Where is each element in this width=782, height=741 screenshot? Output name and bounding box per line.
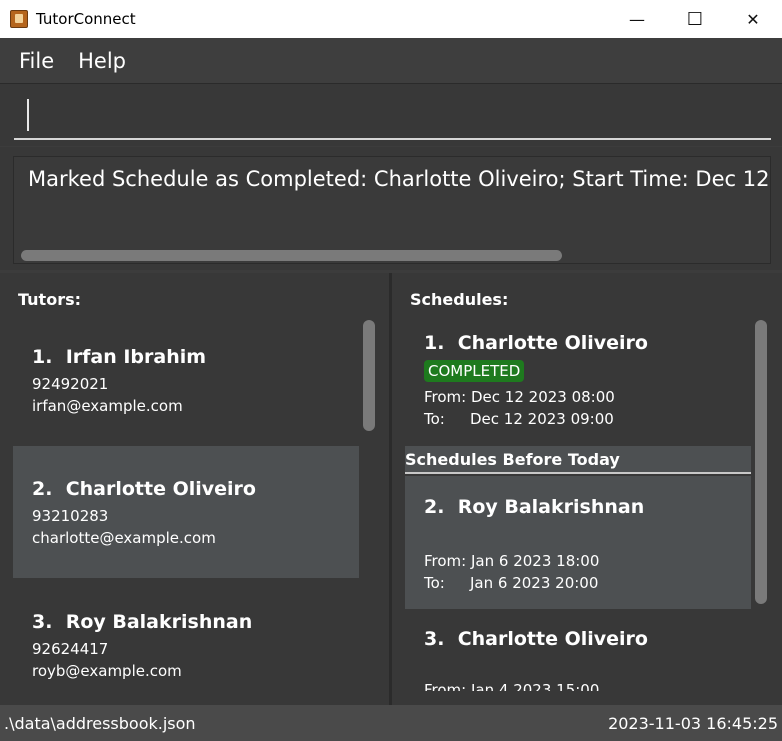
menu-file[interactable]: File [19, 49, 54, 73]
command-box [0, 84, 782, 146]
schedule-to: Jan 6 2023 20:00 [470, 574, 599, 592]
result-display-area: Marked Schedule as Completed: Charlotte … [0, 147, 782, 270]
command-input[interactable] [14, 94, 771, 140]
tutors-title: Tutors: [18, 290, 81, 309]
tutor-email: irfan@example.com [32, 397, 183, 415]
schedule-index: 2. [424, 496, 445, 518]
tutor-card[interactable]: 1. Irfan Ibrahim 92492021 irfan@example.… [13, 314, 359, 445]
schedule-from: Jan 4 2023 15:00 [471, 681, 600, 691]
tutor-phone: 92492021 [32, 375, 109, 393]
schedule-name: Charlotte Oliveiro [457, 332, 648, 354]
tutor-phone: 92624417 [32, 640, 109, 658]
from-label: From: [424, 552, 467, 570]
schedule-from: Dec 12 2023 08:00 [471, 388, 615, 406]
schedule-to: Dec 12 2023 09:00 [470, 410, 614, 428]
schedule-index: 1. [424, 332, 445, 354]
tutor-list-scrollbar[interactable] [363, 320, 375, 431]
schedule-list: 1. Charlotte Oliveiro COMPLETED From: De… [405, 314, 769, 691]
window-title: TutorConnect [36, 10, 136, 28]
tutor-index: 1. [32, 346, 53, 368]
schedule-from: Jan 6 2023 18:00 [471, 552, 600, 570]
tutor-index: 3. [32, 611, 53, 633]
app-icon [10, 10, 28, 28]
schedules-group-header: Schedules Before Today [405, 446, 751, 474]
tutor-name: Irfan Ibrahim [65, 346, 207, 368]
schedule-name: Charlotte Oliveiro [457, 628, 648, 650]
tutor-name: Charlotte Oliveiro [65, 478, 256, 500]
data-file-path: .\data\addressbook.json [4, 714, 196, 733]
tutor-name: Roy Balakrishnan [65, 611, 253, 633]
schedules-panel: Schedules: 1. Charlotte Oliveiro COMPLET… [392, 273, 782, 705]
tutor-card[interactable]: 3. Roy Balakrishnan 92624417 royb@exampl… [13, 579, 359, 691]
completed-badge: COMPLETED [424, 360, 525, 382]
result-display: Marked Schedule as Completed: Charlotte … [13, 156, 771, 264]
close-button[interactable]: ✕ [724, 0, 782, 38]
schedule-index: 3. [424, 628, 445, 650]
window-titlebar: TutorConnect — ☐ ✕ [0, 0, 782, 38]
schedule-card[interactable]: 1. Charlotte Oliveiro COMPLETED From: De… [405, 314, 751, 446]
minimize-icon: — [629, 9, 645, 29]
menu-bar: File Help [0, 38, 782, 84]
to-label: To: [424, 410, 445, 428]
schedule-name: Roy Balakrishnan [457, 496, 645, 518]
maximize-button[interactable]: ☐ [666, 0, 724, 38]
tutor-email: charlotte@example.com [32, 529, 216, 547]
status-timestamp: 2023-11-03 16:45:25 [608, 714, 778, 733]
tutors-panel: Tutors: 1. Irfan Ibrahim 92492021 irfan@… [0, 273, 389, 705]
schedule-card-selected[interactable]: 2. Roy Balakrishnan From: Jan 6 2023 18:… [405, 476, 751, 609]
schedule-card[interactable]: 3. Charlotte Oliveiro From: Jan 4 2023 1… [405, 610, 751, 691]
from-label: From: [424, 681, 467, 691]
maximize-icon: ☐ [686, 8, 704, 30]
tutor-list: 1. Irfan Ibrahim 92492021 irfan@example.… [13, 314, 377, 691]
schedule-list-scrollbar[interactable] [755, 320, 767, 604]
tutor-card-selected[interactable]: 2. Charlotte Oliveiro 93210283 charlotte… [13, 446, 359, 578]
schedules-title: Schedules: [410, 290, 509, 309]
close-icon: ✕ [746, 9, 760, 29]
result-message: Marked Schedule as Completed: Charlotte … [28, 167, 770, 191]
tutor-index: 2. [32, 478, 53, 500]
minimize-button[interactable]: — [608, 0, 666, 38]
status-bar: .\data\addressbook.json 2023-11-03 16:45… [0, 705, 782, 741]
result-horizontal-scrollbar[interactable] [21, 250, 562, 261]
to-label: To: [424, 574, 445, 592]
from-label: From: [424, 388, 467, 406]
tutor-email: royb@example.com [32, 662, 182, 680]
tutor-phone: 93210283 [32, 507, 109, 525]
menu-help[interactable]: Help [78, 49, 126, 73]
text-caret [27, 99, 29, 131]
